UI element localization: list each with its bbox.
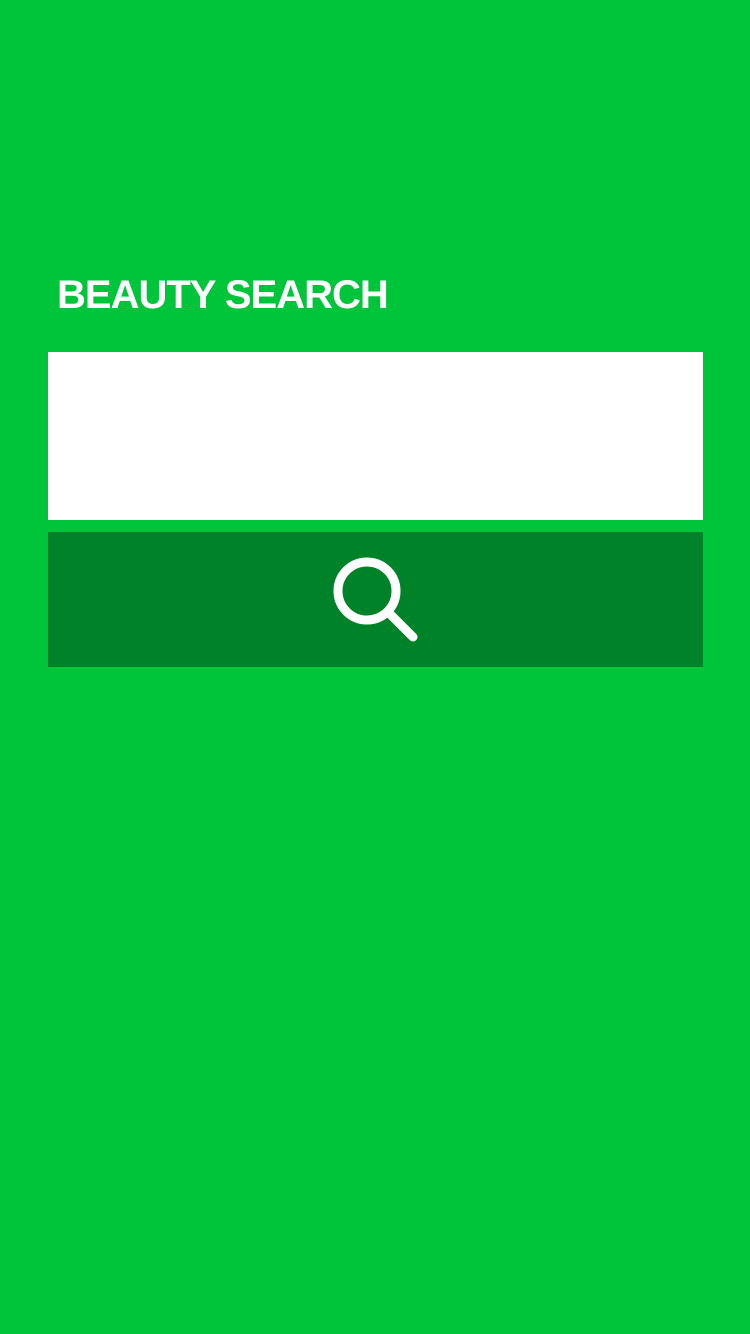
app-screen: BEAUTY SEARCH: [0, 0, 750, 1334]
search-icon: [330, 554, 422, 646]
search-button[interactable]: [48, 532, 703, 667]
page-title: BEAUTY SEARCH: [57, 273, 389, 317]
search-input[interactable]: [48, 352, 703, 520]
